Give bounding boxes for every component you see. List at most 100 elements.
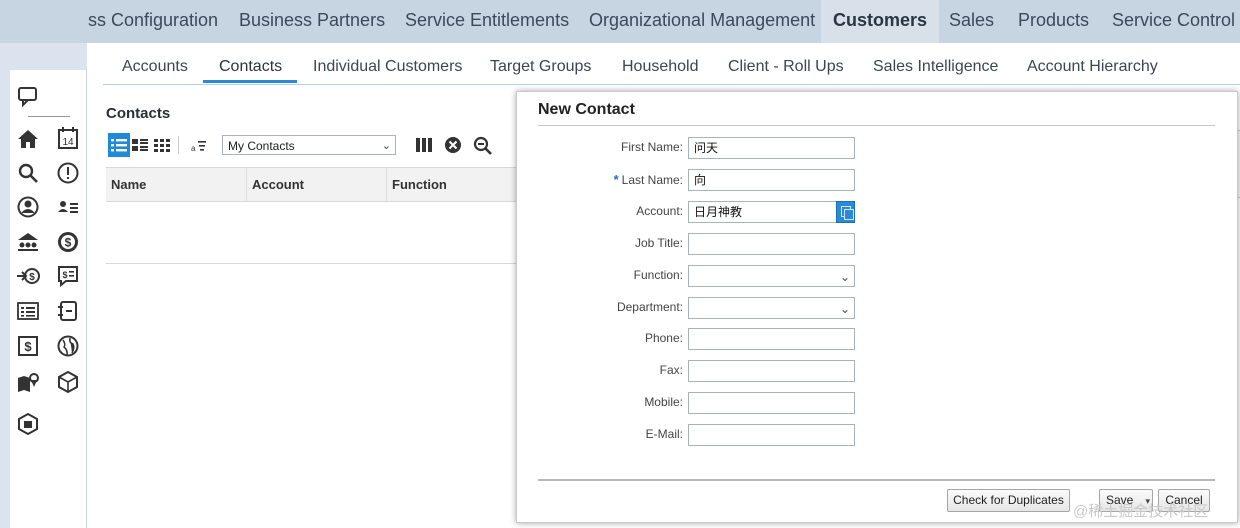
chevron-down-icon: ⌄: [839, 302, 850, 316]
notes-icon[interactable]: [56, 299, 80, 323]
detail-view-icon[interactable]: [131, 133, 149, 157]
rail-divider: [28, 116, 70, 117]
field-row-first-name: First Name: 问天: [517, 137, 1239, 159]
zoom-search-icon[interactable]: [472, 133, 494, 157]
chevron-down-icon: ⌄: [839, 270, 850, 284]
tab-individual-customers[interactable]: Individual Customers: [313, 58, 462, 76]
tab-contacts[interactable]: Contacts: [219, 58, 282, 76]
nav-item-configuration[interactable]: ss Configuration: [88, 0, 218, 43]
alert-icon[interactable]: [56, 161, 80, 185]
mobile-field[interactable]: [688, 392, 855, 414]
list-view-icon[interactable]: [108, 133, 130, 157]
column-header-account[interactable]: Account: [246, 168, 386, 201]
chat-icon[interactable]: [16, 84, 40, 108]
last-name-label: * Last Name:: [614, 172, 683, 187]
field-row-fax: Fax:: [517, 360, 1239, 382]
sub-tab-bar: Accounts Contacts Individual Customers T…: [87, 50, 1240, 86]
tab-accounts[interactable]: Accounts: [122, 58, 188, 76]
new-contact-dialog: New Contact First Name: 问天 * Last Name: 向…: [516, 91, 1238, 523]
dialog-footer-rule: [538, 479, 1215, 481]
quote-icon[interactable]: $: [56, 264, 80, 288]
globe-icon[interactable]: [56, 334, 80, 358]
department-select[interactable]: ⌄: [688, 297, 855, 319]
field-row-last-name: * Last Name: 向: [517, 169, 1239, 191]
field-row-function: Function: ⌄: [517, 265, 1239, 287]
list-toolbar: a My Contacts ⌄: [106, 133, 516, 159]
last-name-field[interactable]: 向: [688, 169, 855, 191]
active-tab-indicator: [203, 80, 297, 83]
nav-item-customers[interactable]: Customers: [821, 0, 940, 43]
first-name-field[interactable]: 问天: [688, 137, 855, 159]
mobile-label: Mobile:: [644, 395, 683, 409]
tab-target-groups[interactable]: Target Groups: [490, 58, 591, 76]
account-lookup-icon[interactable]: [836, 201, 855, 223]
package-icon[interactable]: [16, 412, 40, 436]
nav-item-business-partners[interactable]: Business Partners: [239, 0, 385, 43]
search-icon[interactable]: [16, 161, 40, 185]
list-icon[interactable]: [16, 299, 40, 323]
sort-icon[interactable]: a: [188, 133, 208, 157]
view-select-value: My Contacts: [228, 139, 295, 153]
view-select[interactable]: My Contacts ⌄: [222, 135, 396, 155]
required-marker: *: [613, 172, 619, 187]
svg-text:a: a: [191, 144, 196, 153]
box-icon[interactable]: [56, 370, 80, 394]
dialog-title-rule: [538, 125, 1215, 126]
transfer-icon[interactable]: $: [16, 264, 40, 288]
field-row-mobile: Mobile:: [517, 392, 1239, 414]
grid-view-icon[interactable]: [153, 133, 171, 157]
chevron-down-icon: ⌄: [381, 140, 391, 152]
nav-item-organizational-management[interactable]: Organizational Management: [589, 0, 815, 43]
nav-item-service-entitlements[interactable]: Service Entitlements: [405, 0, 569, 43]
phone-field[interactable]: [688, 328, 855, 350]
watermark: @稀土掘金技术社区: [1073, 503, 1209, 520]
account-label: Account:: [636, 204, 683, 218]
nav-item-service-control[interactable]: Service Control C: [1112, 0, 1240, 43]
nav-item-sales[interactable]: Sales: [949, 0, 994, 43]
function-select[interactable]: ⌄: [688, 265, 855, 287]
toolbar-divider: [178, 136, 179, 154]
invoice-icon[interactable]: $: [16, 334, 40, 358]
dollar-icon[interactable]: $: [56, 230, 80, 254]
email-field[interactable]: [688, 424, 855, 446]
icon-rail: 14 $ $ $ $: [10, 70, 87, 528]
contacts-icon[interactable]: [56, 195, 80, 219]
job-title-field[interactable]: [688, 233, 855, 255]
check-duplicates-button[interactable]: Check for Duplicates: [947, 489, 1070, 512]
list-body: [106, 200, 516, 264]
home-icon[interactable]: [16, 127, 40, 151]
job-title-label: Job Title:: [634, 236, 683, 250]
svg-text:$: $: [62, 270, 67, 280]
tab-account-hierarchy[interactable]: Account Hierarchy: [1027, 58, 1158, 76]
field-row-email: E-Mail:: [517, 424, 1239, 446]
columns-icon[interactable]: [414, 133, 434, 157]
fax-field[interactable]: [688, 360, 855, 382]
bank-icon[interactable]: [16, 230, 40, 254]
field-row-department: Department: ⌄: [517, 297, 1239, 319]
tab-sales-intelligence[interactable]: Sales Intelligence: [873, 58, 998, 76]
svg-text:$: $: [24, 339, 32, 354]
field-row-account: Account: 日月神教: [517, 201, 1239, 223]
fax-label: Fax:: [659, 363, 683, 377]
column-header-name[interactable]: Name: [106, 168, 246, 201]
calendar-icon[interactable]: 14: [56, 126, 80, 150]
department-label: Department:: [616, 300, 683, 314]
tab-client-roll-ups[interactable]: Client - Roll Ups: [728, 58, 844, 76]
email-label: E-Mail:: [645, 427, 683, 441]
field-row-job-title: Job Title:: [517, 233, 1239, 255]
svg-text:$: $: [65, 236, 72, 250]
clear-filter-icon[interactable]: [443, 133, 463, 157]
list-title: Contacts: [106, 105, 171, 122]
tab-bar-rule: [103, 84, 1240, 85]
tab-household[interactable]: Household: [622, 58, 699, 76]
phone-label: Phone:: [644, 331, 683, 345]
first-name-label: First Name:: [620, 140, 683, 154]
list-header: Name Account Function: [106, 167, 516, 202]
map-icon[interactable]: [16, 370, 40, 394]
calendar-day: 14: [62, 137, 74, 148]
field-row-phone: Phone:: [517, 328, 1239, 350]
person-icon[interactable]: [16, 195, 40, 219]
column-header-function[interactable]: Function: [386, 168, 516, 201]
nav-item-products[interactable]: Products: [1018, 0, 1089, 43]
account-field[interactable]: 日月神教: [688, 201, 837, 223]
